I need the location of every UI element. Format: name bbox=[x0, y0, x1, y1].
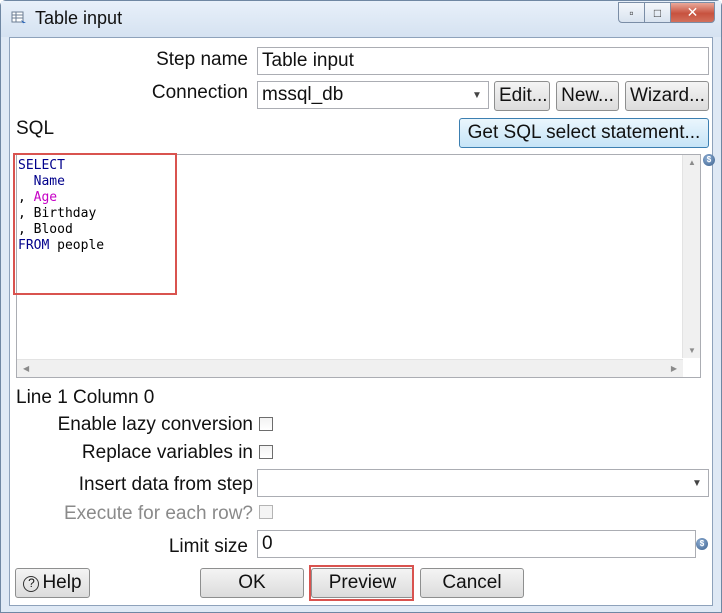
close-button[interactable]: ✕ bbox=[670, 2, 715, 23]
lazy-conversion-checkbox[interactable] bbox=[259, 417, 273, 431]
scroll-up-icon[interactable]: ▲ bbox=[688, 158, 696, 167]
replace-variables-label: Replace variables in bbox=[81, 442, 253, 463]
cancel-button[interactable]: Cancel bbox=[420, 568, 524, 598]
sql-editor[interactable]: SELECT Name , Age , Birthday , Blood FRO… bbox=[16, 154, 701, 378]
title-bar: Table input ▫ □ ✕ bbox=[1, 1, 721, 37]
step-name-label: Step name bbox=[156, 49, 248, 70]
replace-variables-checkbox[interactable] bbox=[259, 445, 273, 459]
chevron-down-icon[interactable]: ▼ bbox=[686, 470, 708, 496]
sql-line-3-word: Age bbox=[33, 190, 58, 205]
wizard-button[interactable]: Wizard... bbox=[625, 81, 709, 111]
variable-icon: $ bbox=[696, 538, 708, 550]
chevron-down-icon[interactable]: ▼ bbox=[466, 82, 488, 108]
insert-data-dropdown[interactable]: ▼ bbox=[257, 469, 709, 497]
sql-line-6-rest: people bbox=[49, 238, 105, 253]
close-icon: ✕ bbox=[686, 4, 699, 20]
execute-each-row-checkbox bbox=[259, 505, 273, 519]
sql-line-3-prefix: , bbox=[18, 190, 34, 205]
new-connection-button[interactable]: New... bbox=[556, 81, 619, 111]
cursor-position: Line 1 Column 0 bbox=[16, 387, 155, 408]
execute-each-row-label: Execute for each row? bbox=[63, 503, 253, 524]
sql-line-2: Name bbox=[18, 174, 65, 189]
sql-line-1: SELECT bbox=[18, 158, 65, 173]
scroll-left-icon[interactable]: ◀ bbox=[23, 364, 29, 373]
connection-label: Connection bbox=[151, 82, 248, 103]
maximize-button[interactable]: □ bbox=[644, 2, 671, 23]
dialog-body: Step name Table input Connection mssql_d… bbox=[9, 37, 715, 606]
sql-line-4: , Birthday bbox=[18, 206, 97, 221]
sql-label: SQL bbox=[16, 118, 55, 139]
dialog-window: Table input ▫ □ ✕ Step name Table input … bbox=[0, 0, 722, 613]
help-button-label: Help bbox=[42, 572, 82, 593]
limit-size-label: Limit size bbox=[168, 536, 248, 557]
variable-icon: $ bbox=[703, 154, 715, 166]
help-button[interactable]: ? Help bbox=[15, 568, 90, 598]
table-input-icon bbox=[11, 11, 26, 25]
lazy-conversion-label: Enable lazy conversion bbox=[57, 414, 253, 435]
edit-connection-button[interactable]: Edit... bbox=[494, 81, 550, 111]
ok-button[interactable]: OK bbox=[200, 568, 304, 598]
connection-value: mssql_db bbox=[262, 84, 344, 105]
sql-code[interactable]: SELECT Name , Age , Birthday , Blood FRO… bbox=[18, 158, 104, 254]
scroll-right-icon[interactable]: ▶ bbox=[671, 364, 677, 373]
insert-data-label: Insert data from step bbox=[78, 474, 253, 495]
sql-vertical-scrollbar[interactable]: ▲ ▼ bbox=[682, 155, 700, 358]
maximize-icon: □ bbox=[653, 5, 662, 20]
sql-horizontal-scrollbar[interactable]: ◀ ▶ bbox=[17, 359, 683, 377]
sql-line-6-keyword: FROM bbox=[18, 238, 50, 253]
limit-size-input[interactable]: 0 bbox=[257, 530, 696, 558]
sql-line-5: , Blood bbox=[18, 222, 73, 237]
step-name-input[interactable]: Table input bbox=[257, 47, 709, 75]
connection-dropdown[interactable]: mssql_db ▼ bbox=[257, 81, 489, 109]
minimize-button[interactable]: ▫ bbox=[618, 2, 645, 23]
minimize-icon: ▫ bbox=[629, 5, 634, 20]
get-sql-button[interactable]: Get SQL select statement... bbox=[459, 118, 709, 148]
preview-button[interactable]: Preview bbox=[311, 568, 414, 598]
window-controls: ▫ □ ✕ bbox=[618, 2, 715, 23]
scroll-down-icon[interactable]: ▼ bbox=[688, 346, 696, 355]
window-title: Table input bbox=[35, 8, 123, 28]
question-icon: ? bbox=[23, 576, 40, 592]
